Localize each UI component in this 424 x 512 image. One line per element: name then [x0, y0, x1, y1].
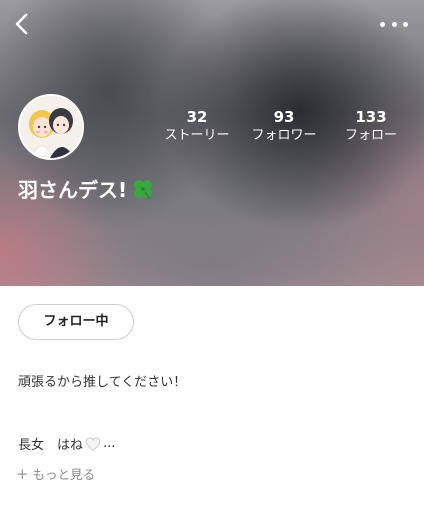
back-button[interactable] — [8, 10, 38, 40]
stat-following-label: フォロー — [344, 128, 397, 143]
stat-stories[interactable]: 32 ストーリー — [152, 108, 242, 145]
white-heart-icon — [85, 436, 101, 451]
show-more-link[interactable]: + もっと見る — [16, 464, 95, 483]
stat-followers[interactable]: 93 フォロワー — [239, 108, 329, 145]
plus-icon: + — [16, 464, 29, 483]
bio-line-2: 長女 はね ... — [18, 434, 115, 453]
following-button[interactable]: フォロー中 — [18, 304, 134, 340]
show-more-label: もっと見る — [32, 467, 96, 482]
profile-name-text: 羽さんデス! — [18, 178, 128, 202]
stat-following-count: 133 — [355, 108, 387, 126]
stat-followers-count: 93 — [273, 108, 295, 126]
stat-stories-label: ストーリー — [164, 128, 230, 143]
four-leaf-clover-icon — [134, 179, 153, 199]
more-horizontal-icon — [380, 21, 385, 27]
profile-name: 羽さんデス! — [18, 174, 155, 203]
chevron-left-icon — [15, 13, 28, 35]
profile-header-background: 32 ストーリー 93 フォロワー 133 フォロー 羽さんデス! — [0, 0, 424, 286]
stat-stories-count: 32 — [186, 108, 208, 126]
bio-line-1: 頑張るから推してください！ — [18, 375, 187, 390]
bio-line-2-text: 長女 はね — [18, 438, 84, 453]
profile-stats: 32 ストーリー 93 フォロワー 133 フォロー — [0, 108, 424, 148]
stat-following[interactable]: 133 フォロー — [326, 108, 416, 145]
more-options-button[interactable] — [380, 16, 408, 32]
bio-line-2-ellipsis: ... — [103, 436, 116, 451]
stat-followers-label: フォロワー — [251, 128, 317, 143]
